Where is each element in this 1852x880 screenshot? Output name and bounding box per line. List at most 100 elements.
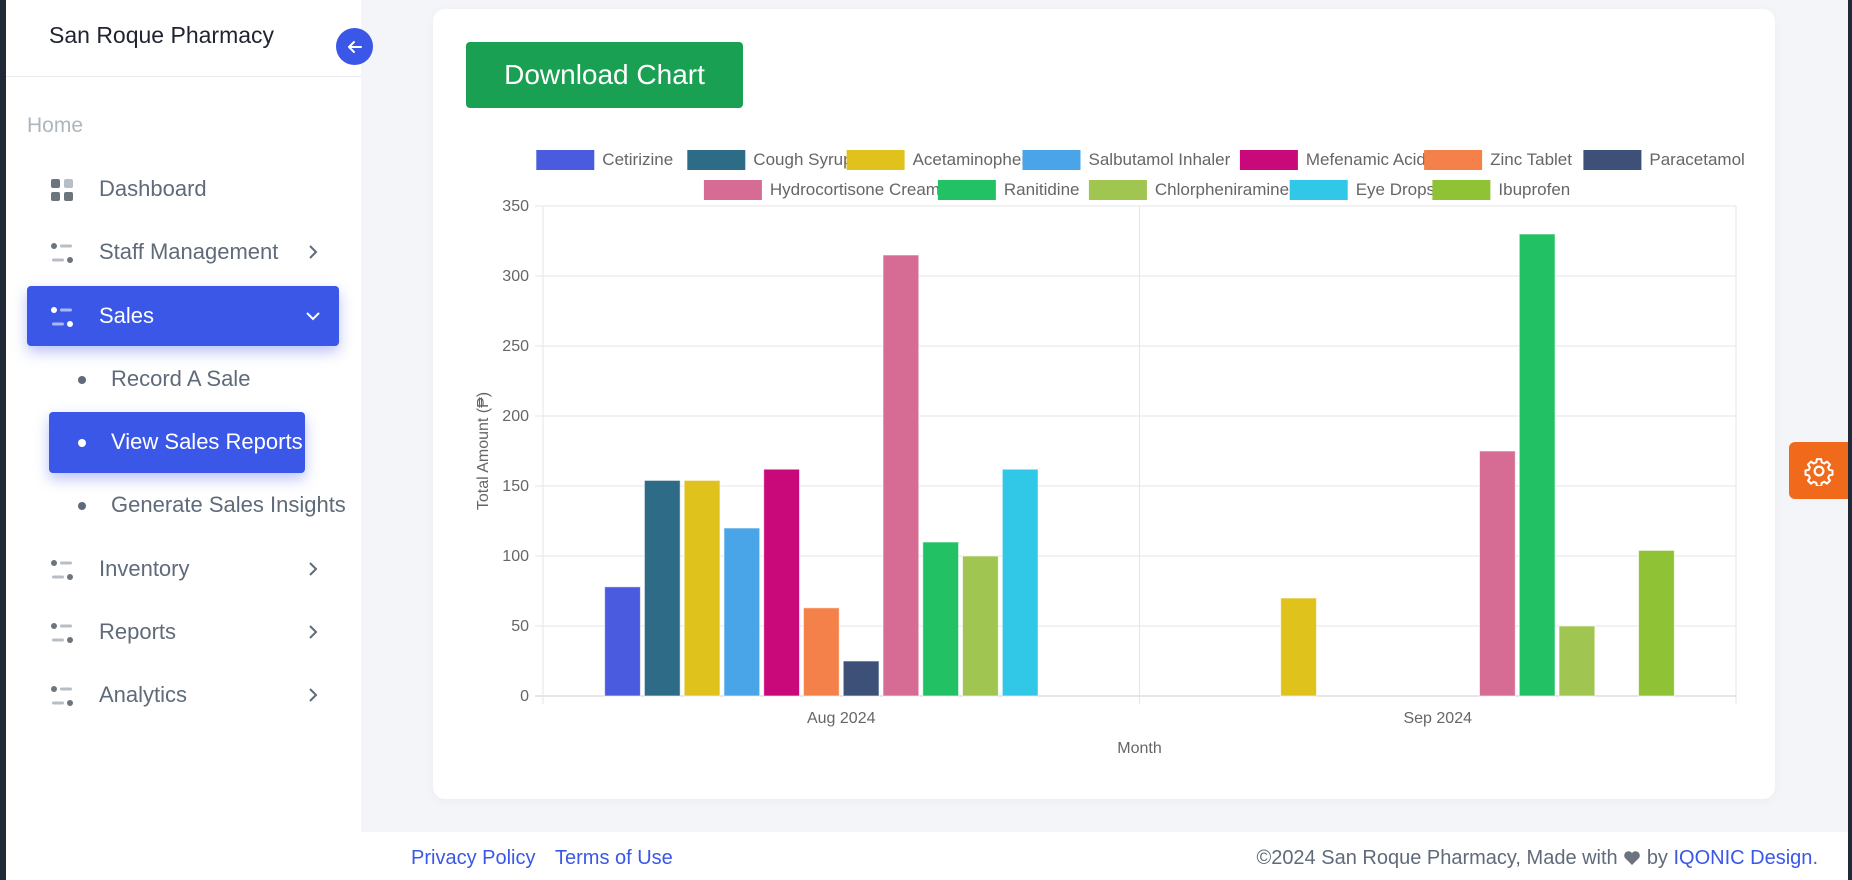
- bar: [1280, 597, 1317, 697]
- settings-button[interactable]: [1789, 442, 1848, 499]
- sidebar-item-label: Reports: [99, 619, 177, 644]
- legend-label: Ranitidine: [1004, 180, 1080, 199]
- sidebar-divider: [6, 76, 361, 77]
- legend-swatch: [1289, 180, 1348, 200]
- bar: [1518, 233, 1556, 697]
- y-tick-label: 200: [502, 408, 529, 425]
- legend-label: Chlorpheniramine: [1155, 180, 1289, 199]
- bullet-icon: [78, 376, 86, 384]
- grid-icon: [51, 179, 73, 201]
- legend-label: Cetirizine: [602, 150, 673, 169]
- legend-swatch: [703, 180, 762, 200]
- sidebar-subitem-label: View Sales Reports: [111, 429, 303, 454]
- sidebar-item-label: Inventory: [99, 556, 190, 581]
- y-tick-label: 350: [502, 198, 529, 215]
- bullet-icon: [78, 502, 86, 510]
- sidebar-item-analytics[interactable]: Analytics: [27, 665, 339, 725]
- y-axis-label: Total Amount (₱): [475, 392, 492, 510]
- footer: Privacy Policy Terms of Use ©2024 San Ro…: [361, 832, 1848, 880]
- bar: [1558, 625, 1596, 697]
- legend-swatch: [1432, 180, 1491, 200]
- heart-icon: [1624, 851, 1641, 865]
- sidebar-item-label: Staff Management: [99, 239, 279, 264]
- legend-swatch: [937, 180, 996, 200]
- sidebar-item-label: Analytics: [99, 682, 188, 707]
- sidebar-item-label: Dashboard: [99, 176, 207, 201]
- sidebar-item-staff-management[interactable]: Staff Management: [27, 222, 339, 282]
- sidebar-collapse-button[interactable]: [336, 28, 373, 65]
- chevron-right-icon: [309, 688, 318, 702]
- list-icon: [51, 623, 73, 643]
- brand-name: San Roque Pharmacy: [49, 22, 275, 48]
- bar: [683, 479, 721, 697]
- x-tick-label: Aug 2024: [807, 710, 876, 727]
- sidebar: San Roque Pharmacy Home Dashboard Staff …: [6, 0, 361, 880]
- sales-bar-chart: Cetirizine Cough Syrup Acetaminophen Salbut…: [475, 150, 1745, 757]
- chevron-right-icon: [309, 625, 318, 639]
- sidebar-subitem-label: Record A Sale: [111, 366, 251, 391]
- credit-link[interactable]: IQONIC Design: [1674, 847, 1813, 869]
- copyright-text: ©2024 San Roque Pharmacy, Made with by I…: [1256, 847, 1818, 870]
- y-tick-label: 50: [511, 618, 529, 635]
- legend-label: Eye Drops: [1356, 180, 1435, 199]
- x-tick-label: Sep 2024: [1403, 710, 1472, 727]
- bar: [962, 555, 999, 697]
- bar: [763, 468, 800, 697]
- chevron-right-icon: [309, 245, 318, 259]
- bar: [643, 479, 681, 697]
- bar: [1638, 549, 1675, 697]
- legend-swatch: [536, 150, 595, 170]
- legend-label: Ibuprofen: [1498, 180, 1570, 199]
- window-edge-right: [1848, 0, 1852, 880]
- list-icon: [51, 686, 73, 706]
- legend-swatch: [1583, 150, 1642, 170]
- sidebar-item-dashboard[interactable]: Dashboard: [27, 159, 339, 219]
- bar: [604, 586, 641, 697]
- legend-swatch: [1088, 180, 1147, 200]
- sidebar-subitem-view-sales-reports[interactable]: View Sales Reports: [49, 412, 305, 473]
- list-icon: [51, 307, 73, 327]
- bar: [882, 254, 920, 697]
- legend-label: Mefenamic Acid: [1306, 150, 1426, 169]
- chevron-down-icon: [306, 312, 320, 321]
- download-chart-button[interactable]: Download Chart: [466, 42, 743, 108]
- arrow-left-icon: [347, 40, 362, 53]
- legend-label: Hydrocortisone Cream: [770, 180, 940, 199]
- sidebar-subitem-generate-sales-insights[interactable]: Generate Sales Insights: [49, 475, 346, 536]
- y-tick-label: 250: [502, 338, 529, 355]
- legend-swatch: [1022, 150, 1081, 170]
- legend-label: Acetaminophen: [913, 150, 1031, 169]
- legend-label: Cough Syrup: [753, 150, 852, 169]
- y-tick-label: 300: [502, 268, 529, 285]
- gear-icon: [1804, 457, 1833, 486]
- chevron-right-icon: [309, 562, 318, 576]
- legend-swatch: [1424, 150, 1483, 170]
- terms-of-use-link[interactable]: Terms of Use: [555, 847, 673, 870]
- bullet-icon: [78, 439, 86, 447]
- sidebar-subitem-label: Generate Sales Insights: [111, 492, 346, 517]
- y-tick-label: 150: [502, 478, 529, 495]
- sidebar-item-inventory[interactable]: Inventory: [27, 539, 339, 599]
- legend-swatch: [1239, 150, 1298, 170]
- bar: [842, 660, 880, 697]
- legend-label: Salbutamol Inhaler: [1089, 150, 1231, 169]
- privacy-policy-link[interactable]: Privacy Policy: [411, 847, 535, 870]
- y-tick-label: 0: [520, 688, 529, 705]
- list-icon: [51, 243, 73, 263]
- sidebar-subitem-record-a-sale[interactable]: Record A Sale: [49, 349, 305, 410]
- legend-swatch: [687, 150, 746, 170]
- bar: [1001, 468, 1039, 697]
- sidebar-item-label: Sales: [99, 303, 155, 328]
- bar: [922, 541, 960, 697]
- legend-swatch: [846, 150, 905, 170]
- sidebar-item-sales[interactable]: Sales: [27, 286, 339, 346]
- sidebar-item-reports[interactable]: Reports: [27, 602, 339, 662]
- legend-label: Paracetamol: [1649, 150, 1744, 169]
- copyright-suffix: .: [1812, 847, 1818, 869]
- list-icon: [51, 560, 73, 580]
- legend-label: Zinc Tablet: [1490, 150, 1572, 169]
- bar: [723, 527, 761, 697]
- copyright-prefix: ©2024 San Roque Pharmacy, Made with: [1256, 847, 1618, 869]
- y-tick-label: 100: [502, 548, 529, 565]
- x-axis-label: Month: [1117, 740, 1161, 757]
